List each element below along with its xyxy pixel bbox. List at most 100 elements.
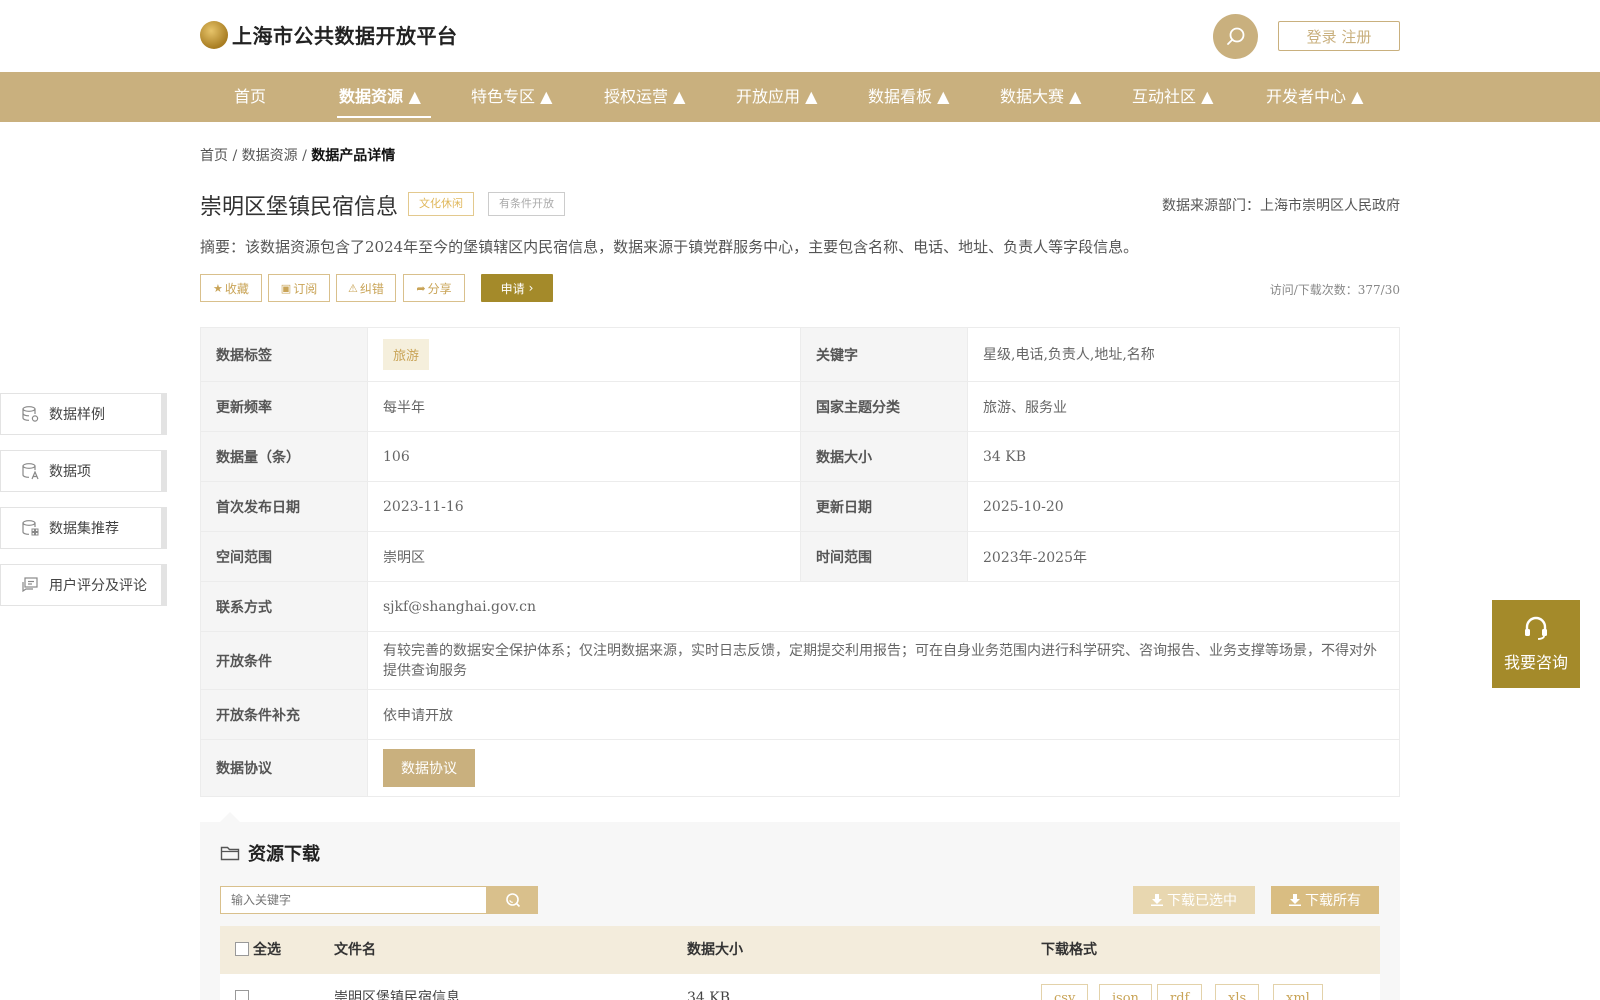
nav-item-developer[interactable]: 开发者中心 ▲ (1266, 72, 1363, 122)
source-department: 数据来源部门：上海市崇明区人民政府 (1162, 198, 1400, 214)
nav-item-home[interactable]: 首页 (234, 72, 266, 122)
download-all-button[interactable]: 下载所有 (1271, 886, 1379, 914)
nav-item-dashboard[interactable]: 数据看板 ▲ (868, 72, 949, 122)
nav-item-community[interactable]: 互动社区 ▲ (1132, 72, 1213, 122)
favorite-button[interactable]: ★ 收藏 (200, 274, 262, 302)
resource-section-title: 资源下载 (220, 840, 320, 866)
site-logo[interactable]: 上海市公共数据开放平台 (200, 20, 458, 49)
select-all-label: 全选 (253, 942, 281, 958)
report-error-button[interactable]: ⚠ 纠错 (336, 274, 396, 302)
info-label: 数据大小 (800, 431, 968, 482)
info-value: 2023年-2025年 (967, 531, 1400, 582)
nav-item-featured[interactable]: 特色专区 ▲ (471, 72, 552, 122)
database-grid-icon (22, 520, 39, 536)
info-label: 更新日期 (800, 481, 968, 532)
warning-icon: ⚠ (348, 281, 358, 295)
nav-item-authorized-ops[interactable]: 授权运营 ▲ (604, 72, 685, 122)
header-search-button[interactable] (1213, 14, 1258, 59)
nav-item-open-apps[interactable]: 开放应用 ▲ (736, 72, 817, 122)
consult-button[interactable]: 我要咨询 (1492, 600, 1580, 688)
page-title: 崇明区堡镇民宿信息 (200, 195, 399, 220)
breadcrumb-section[interactable]: 数据资源 (242, 148, 298, 164)
sidebar-item-data-fields[interactable]: 数据项 (0, 450, 167, 492)
star-icon: ★ (213, 281, 223, 295)
format-xls-button[interactable]: xls (1215, 984, 1260, 1000)
info-value: 每半年 (367, 381, 801, 432)
favorite-label: 收藏 (224, 281, 249, 296)
info-label: 数据协议 (200, 739, 368, 797)
info-label: 国家主题分类 (800, 381, 968, 432)
sidebar-item-ratings-comments[interactable]: 用户评分及评论 (0, 564, 167, 606)
info-label: 关键字 (800, 327, 968, 382)
info-value: 106 (367, 431, 801, 482)
format-xml-button[interactable]: xml (1273, 984, 1323, 1000)
share-label: 分享 (427, 281, 452, 296)
database-text-icon (22, 463, 39, 480)
download-selected-label: 下载已选中 (1167, 893, 1237, 909)
subscribe-button[interactable]: ▣ 订阅 (268, 274, 330, 302)
comment-icon (22, 577, 38, 593)
resource-title-text: 资源下载 (248, 844, 320, 865)
download-all-label: 下载所有 (1305, 893, 1361, 909)
share-icon: ➦ (416, 281, 426, 295)
folder-icon (220, 846, 240, 861)
site-header: 上海市公共数据开放平台 登录 注册 (0, 0, 1600, 72)
info-value: 崇明区 (367, 531, 801, 582)
sidebar-item-data-sample[interactable]: 数据样例 (0, 393, 167, 435)
info-value: 34 KB (967, 431, 1400, 482)
table-row: 崇明区堡镇民宿信息 34 KB csv json rdf xls xml (220, 974, 1380, 1000)
bookmark-icon: ▣ (280, 281, 292, 295)
login-register-button[interactable]: 登录 注册 (1278, 21, 1400, 51)
info-label: 数据标签 (200, 327, 368, 382)
info-label: 开放条件补充 (200, 689, 368, 740)
download-selected-button[interactable]: 下载已选中 (1133, 886, 1255, 914)
breadcrumb-current: 数据产品详情 (311, 148, 396, 164)
search-icon (1226, 27, 1244, 45)
contact-email[interactable]: sjkf@shanghai.gov.cn (367, 581, 1400, 632)
sidebar-item-dataset-recommend[interactable]: 数据集推荐 (0, 507, 167, 549)
headset-icon (1525, 616, 1547, 640)
site-title: 上海市公共数据开放平台 (232, 24, 458, 48)
share-button[interactable]: ➦ 分享 (403, 274, 465, 302)
format-csv-button[interactable]: csv (1041, 984, 1089, 1000)
category-tag: 文化休闲 (408, 192, 474, 216)
info-label: 数据量（条） (200, 431, 368, 482)
subscribe-label: 订阅 (293, 281, 318, 296)
apply-button[interactable]: 申请 › (481, 274, 553, 302)
info-label: 首次发布日期 (200, 481, 368, 532)
checkbox-icon (235, 990, 249, 1000)
sidebar-item-label: 用户评分及评论 (49, 578, 147, 594)
nav-item-data-resources[interactable]: 数据资源 ▲ (337, 72, 431, 122)
info-label: 更新频率 (200, 381, 368, 432)
dataset-info-table: 数据标签 旅游 关键字 星级,电话,负责人,地址,名称 更新频率 每半年 国家主… (200, 327, 1400, 797)
info-value: 数据协议 (367, 739, 1400, 797)
download-icon (1151, 894, 1163, 906)
logo-emblem-icon (200, 20, 228, 49)
main-nav: 首页 数据资源 ▲ 特色专区 ▲ 授权运营 ▲ 开放应用 ▲ 数据看板 ▲ 数据… (0, 72, 1600, 122)
breadcrumb: 首页 / 数据资源 / 数据产品详情 (200, 145, 395, 165)
sidebar-item-label: 数据样例 (49, 407, 105, 423)
resource-search-button[interactable] (487, 886, 538, 914)
data-protocol-button[interactable]: 数据协议 (383, 749, 475, 787)
checkbox-icon (235, 942, 249, 956)
select-all-checkbox[interactable]: 全选 (235, 926, 281, 974)
search-icon (505, 893, 520, 908)
format-rdf-button[interactable]: rdf (1157, 984, 1203, 1000)
nav-item-competition[interactable]: 数据大赛 ▲ (1000, 72, 1081, 122)
data-tag-chip[interactable]: 旅游 (383, 339, 430, 370)
section-pointer (220, 812, 240, 822)
chevron-right-icon: › (528, 281, 534, 295)
sidebar-item-label: 数据集推荐 (49, 521, 119, 537)
info-value: 2023-11-16 (367, 481, 801, 532)
apply-label: 申请 (500, 281, 525, 296)
sidebar-item-label: 数据项 (49, 464, 91, 480)
row-checkbox[interactable] (235, 974, 253, 1000)
column-header-format: 下载格式 (1041, 942, 1097, 958)
visit-download-count: 访问/下载次数：377/30 (1269, 283, 1400, 297)
resource-search-input[interactable] (220, 886, 487, 914)
resource-download-section: 资源下载 下载已选中 下载所有 全选 文件名 数据大小 下载格式 崇明区堡镇民宿… (200, 822, 1400, 1000)
format-json-button[interactable]: json (1099, 984, 1152, 1000)
breadcrumb-home[interactable]: 首页 (200, 148, 228, 164)
download-icon (1289, 894, 1301, 906)
database-icon (22, 406, 39, 422)
